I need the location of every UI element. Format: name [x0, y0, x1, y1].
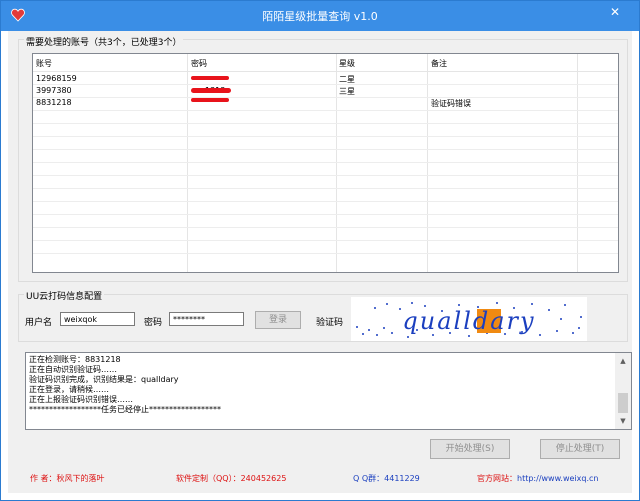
client-area: 需要处理的账号（共3个，已处理3个） 账号 密码 星级 备注 12968159 …: [8, 31, 632, 493]
column-header-note[interactable]: 备注: [431, 58, 447, 69]
row-divider: [33, 162, 618, 163]
row-divider: [33, 149, 618, 150]
column-header-account[interactable]: 账号: [36, 58, 52, 69]
app-window: 陌陌星级批量查询 v1.0 ✕ 需要处理的账号（共3个，已处理3个） 账号 密码…: [0, 0, 640, 501]
row-divider: [33, 227, 618, 228]
row-divider: [33, 188, 618, 189]
redaction-mark: [191, 88, 231, 93]
cell-stars[interactable]: 二星: [339, 74, 355, 85]
captcha-image: qualldary: [351, 297, 587, 341]
cell-stars[interactable]: 三星: [339, 86, 355, 97]
close-icon[interactable]: ✕: [595, 1, 635, 23]
table-header: 账号 密码 星级 备注: [33, 54, 618, 72]
footer-site: 官方网站：http://www.weixq.cn: [477, 473, 598, 484]
cell-account[interactable]: 12968159: [36, 74, 77, 83]
start-button[interactable]: 开始处理(S): [430, 439, 510, 459]
accounts-table[interactable]: 账号 密码 星级 备注 12968159 二星 3997380 三星 88312…: [32, 53, 619, 273]
accounts-group-label: 需要处理的账号（共3个，已处理3个）: [24, 35, 184, 48]
qqgroup-label: Q Q群：: [353, 474, 385, 483]
custom-value: 240452625: [240, 474, 287, 483]
password-label: 密码: [144, 318, 163, 328]
scroll-down-icon[interactable]: ▼: [615, 413, 631, 429]
captcha-glyphs: qualldary: [402, 307, 535, 335]
footer-custom: 软件定制（QQ）：240452625: [176, 473, 286, 484]
row-divider: [33, 136, 618, 137]
password-field[interactable]: ********: [169, 312, 244, 326]
window-title: 陌陌星级批量查询 v1.0: [262, 10, 378, 23]
row-divider: [33, 175, 618, 176]
captcha-label: 验证码: [316, 318, 344, 328]
row-divider: [33, 110, 618, 111]
stop-button[interactable]: 停止处理(T): [540, 439, 620, 459]
column-header-password[interactable]: 密码: [191, 58, 207, 69]
qqgroup-value: 4411229: [384, 474, 420, 483]
scroll-thumb[interactable]: [618, 393, 628, 413]
cell-note[interactable]: 验证码错误: [431, 98, 471, 109]
row-divider: [33, 84, 618, 85]
author-label: 作 者：: [30, 474, 57, 483]
cell-account[interactable]: 8831218: [36, 98, 72, 107]
footer-author: 作 者：秋风下的落叶: [30, 473, 105, 484]
custom-label: 软件定制（QQ）：: [176, 474, 241, 483]
row-divider: [33, 253, 618, 254]
column-header-stars[interactable]: 星级: [339, 58, 355, 69]
username-field[interactable]: weixqok: [60, 312, 135, 326]
log-line: ******************任务已经停止****************…: [29, 405, 221, 414]
author-value: 秋风下的落叶: [56, 474, 105, 483]
title-bar[interactable]: 陌陌星级批量查询 v1.0 ✕: [1, 1, 639, 31]
row-divider: [33, 214, 618, 215]
footer-qqgroup: Q Q群：4411229: [353, 473, 420, 484]
log-scrollbar[interactable]: ▲ ▼: [615, 353, 631, 429]
row-divider: [33, 240, 618, 241]
cell-account[interactable]: 3997380: [36, 86, 72, 95]
row-divider: [33, 201, 618, 202]
captcha-config-group-label: UU云打码信息配置: [24, 289, 105, 302]
site-label: 官方网站：: [477, 474, 517, 483]
row-divider: [33, 97, 618, 98]
username-label: 用户名: [25, 318, 53, 328]
row-divider: [33, 123, 618, 124]
scroll-up-icon[interactable]: ▲: [615, 353, 631, 369]
redaction-mark: [191, 98, 229, 102]
site-link[interactable]: http://www.weixq.cn: [517, 474, 598, 483]
log-textarea[interactable]: 正在检测账号：8831218 正在自动识别验证码…… 验证码识别完成，识别结果是…: [25, 352, 632, 430]
login-button[interactable]: 登录: [255, 311, 301, 329]
redaction-mark: [191, 76, 229, 80]
